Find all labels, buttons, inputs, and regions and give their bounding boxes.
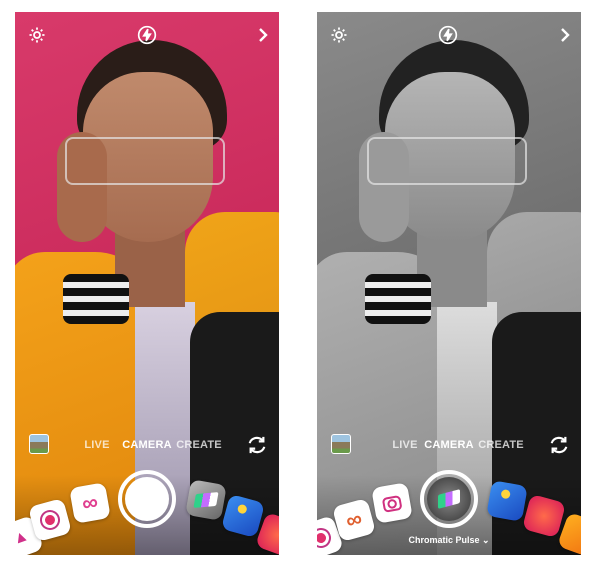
photo-cuff [365,274,431,324]
mode-camera[interactable]: CAMERA [122,439,171,451]
camera-flip-icon[interactable] [548,435,570,455]
flash-icon[interactable] [137,25,157,45]
camera-screen-filtered: LIVE CAMERA CREATE ∞ Chromatic Pulse ⌄ [317,12,581,555]
shutter-button[interactable] [420,470,478,528]
mode-selector: LIVE CAMERA CREATE [15,439,279,453]
shutter-button[interactable] [118,470,176,528]
mode-live[interactable]: LIVE [84,439,109,451]
mode-create[interactable]: CREATE [176,439,222,451]
camera-flip-icon[interactable] [246,435,268,455]
chevron-right-icon[interactable] [253,25,273,45]
effect-boomerang[interactable]: ∞ [69,482,111,524]
filter-name[interactable]: Chromatic Pulse ⌄ [317,535,581,546]
photo-cuff [63,274,129,324]
flash-icon[interactable] [438,25,458,45]
chromatic-pulse-icon [438,489,460,509]
gear-icon[interactable] [27,25,47,45]
effect-camera[interactable] [371,482,413,524]
effect-blue[interactable] [486,480,528,522]
gear-icon[interactable] [329,25,349,45]
photo-glasses [367,137,527,185]
chevron-right-icon[interactable] [555,25,575,45]
mode-camera[interactable]: CAMERA [424,439,473,451]
camera-screen-original: LIVE CAMERA CREATE ▲ ∞ [15,12,279,555]
chevron-down-icon: ⌄ [482,535,490,545]
photo-glasses [65,137,225,185]
mode-create[interactable]: CREATE [478,439,524,451]
effect-chromatic-pulse[interactable] [185,479,227,521]
mode-selector: LIVE CAMERA CREATE [317,439,581,453]
mode-live[interactable]: LIVE [392,439,417,451]
